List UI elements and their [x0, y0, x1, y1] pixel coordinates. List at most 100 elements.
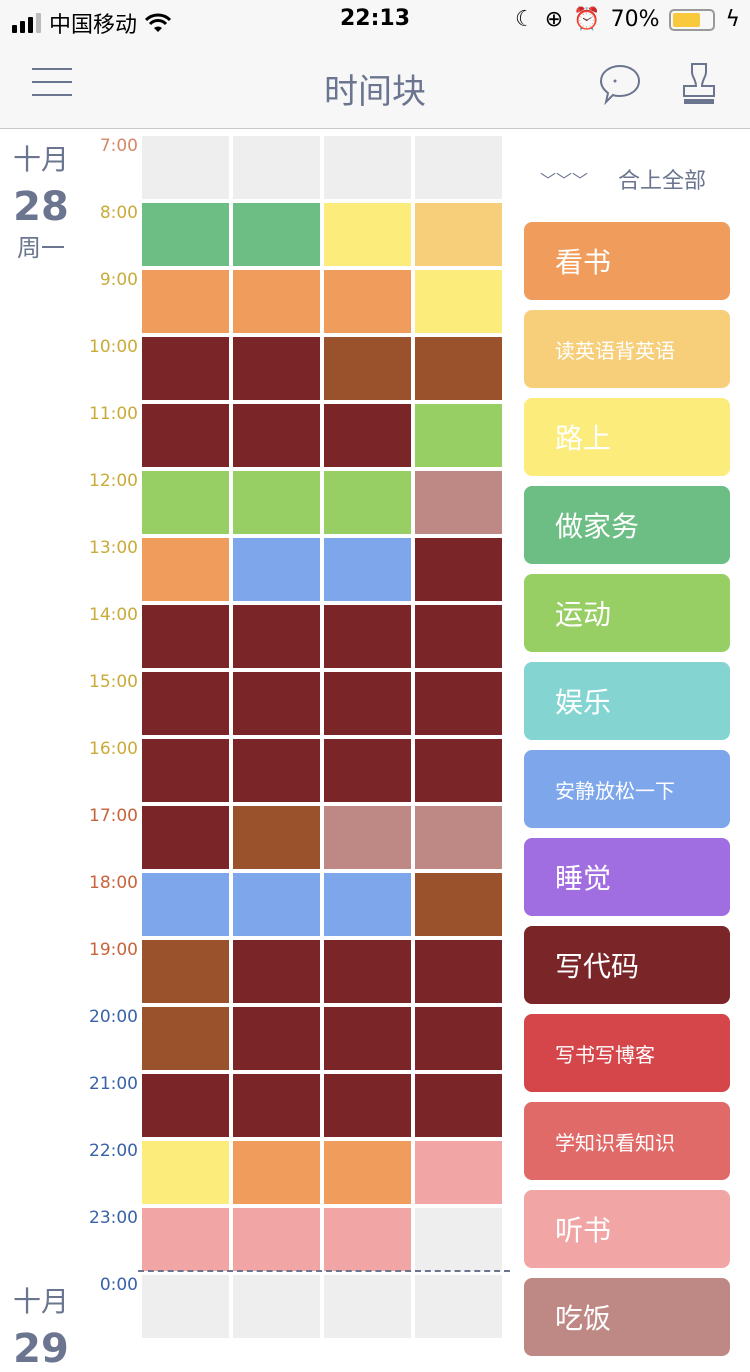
category-item[interactable]: 睡觉: [524, 838, 730, 916]
stamp-icon[interactable]: [680, 62, 718, 106]
time-block[interactable]: [142, 1275, 229, 1338]
time-block[interactable]: [324, 1007, 411, 1070]
category-item[interactable]: 听书: [524, 1190, 730, 1268]
time-block[interactable]: [142, 1007, 229, 1070]
time-block[interactable]: [415, 270, 502, 333]
time-block[interactable]: [233, 940, 320, 1003]
category-item[interactable]: 娱乐: [524, 662, 730, 740]
category-item[interactable]: 路上: [524, 398, 730, 476]
time-block[interactable]: [415, 404, 502, 467]
time-block[interactable]: [415, 1007, 502, 1070]
time-block[interactable]: [415, 672, 502, 735]
time-block[interactable]: [324, 672, 411, 735]
time-block[interactable]: [324, 270, 411, 333]
time-block[interactable]: [324, 337, 411, 400]
time-block[interactable]: [233, 1074, 320, 1137]
time-block[interactable]: [415, 471, 502, 534]
time-block[interactable]: [233, 337, 320, 400]
time-block[interactable]: [324, 1141, 411, 1204]
time-block[interactable]: [233, 1007, 320, 1070]
time-block[interactable]: [142, 940, 229, 1003]
time-block[interactable]: [142, 672, 229, 735]
category-item[interactable]: 安静放松一下: [524, 750, 730, 828]
time-block[interactable]: [142, 873, 229, 936]
category-item[interactable]: 做家务: [524, 486, 730, 564]
time-block[interactable]: [142, 1208, 229, 1271]
time-block[interactable]: [415, 1275, 502, 1338]
time-block[interactable]: [233, 136, 320, 199]
time-block[interactable]: [142, 538, 229, 601]
time-block[interactable]: [415, 1141, 502, 1204]
time-block[interactable]: [142, 337, 229, 400]
time-block[interactable]: [142, 270, 229, 333]
time-block[interactable]: [142, 1074, 229, 1137]
time-block[interactable]: [415, 337, 502, 400]
time-block[interactable]: [415, 1208, 502, 1271]
time-block[interactable]: [142, 203, 229, 266]
category-item[interactable]: 看书: [524, 222, 730, 300]
time-block[interactable]: [415, 940, 502, 1003]
time-block[interactable]: [324, 806, 411, 869]
time-block[interactable]: [415, 203, 502, 266]
day-number: 28: [13, 184, 69, 230]
chat-bubble-icon[interactable]: [598, 62, 642, 106]
time-block[interactable]: [142, 404, 229, 467]
time-block[interactable]: [324, 940, 411, 1003]
time-label: 12:00: [89, 471, 138, 491]
time-block[interactable]: [142, 1141, 229, 1204]
time-block[interactable]: [415, 806, 502, 869]
time-block[interactable]: [233, 538, 320, 601]
category-item[interactable]: 写代码: [524, 926, 730, 1004]
time-block[interactable]: [233, 873, 320, 936]
time-block[interactable]: [142, 471, 229, 534]
time-block[interactable]: [415, 538, 502, 601]
category-item[interactable]: 写书写博客: [524, 1014, 730, 1092]
time-label: 15:00: [89, 672, 138, 692]
time-block[interactable]: [142, 806, 229, 869]
category-item[interactable]: 吃饭: [524, 1278, 730, 1356]
time-block[interactable]: [142, 605, 229, 668]
time-block[interactable]: [324, 136, 411, 199]
time-block[interactable]: [324, 538, 411, 601]
time-block[interactable]: [415, 605, 502, 668]
time-block[interactable]: [233, 471, 320, 534]
time-block[interactable]: [233, 806, 320, 869]
nav-bar: 时间块: [0, 40, 750, 129]
date-oct-29: 十月 29: [0, 1280, 82, 1372]
time-block[interactable]: [324, 1275, 411, 1338]
time-label: 10:00: [89, 337, 138, 357]
time-block[interactable]: [233, 270, 320, 333]
time-block[interactable]: [142, 136, 229, 199]
category-item[interactable]: 读英语背英语: [524, 310, 730, 388]
rotation-lock-icon: ⊕: [544, 7, 564, 32]
time-block[interactable]: [233, 1141, 320, 1204]
time-block[interactable]: [415, 739, 502, 802]
time-block[interactable]: [233, 605, 320, 668]
status-bar: 中国移动 22:13 ☾ ⊕ ⏰ 70% ϟ: [0, 0, 750, 40]
time-block[interactable]: [233, 672, 320, 735]
time-block[interactable]: [324, 471, 411, 534]
time-block[interactable]: [324, 739, 411, 802]
collapse-all-button[interactable]: ﹀﹀﹀ 合上全部: [540, 163, 706, 195]
time-block[interactable]: [324, 1208, 411, 1271]
time-block[interactable]: [233, 203, 320, 266]
time-block[interactable]: [324, 1074, 411, 1137]
time-block[interactable]: [324, 605, 411, 668]
time-block[interactable]: [415, 1074, 502, 1137]
time-block[interactable]: [324, 404, 411, 467]
time-block[interactable]: [324, 203, 411, 266]
category-item[interactable]: 学知识看知识: [524, 1102, 730, 1180]
time-block[interactable]: [233, 404, 320, 467]
time-label: 16:00: [89, 739, 138, 759]
time-label: 19:00: [89, 940, 138, 960]
category-item[interactable]: 运动: [524, 574, 730, 652]
time-block[interactable]: [324, 873, 411, 936]
time-block[interactable]: [233, 1275, 320, 1338]
time-block[interactable]: [233, 739, 320, 802]
time-block[interactable]: [142, 739, 229, 802]
time-block[interactable]: [415, 873, 502, 936]
time-label: 17:00: [89, 806, 138, 826]
time-block[interactable]: [233, 1208, 320, 1271]
battery-icon: [669, 8, 716, 31]
time-block[interactable]: [415, 136, 502, 199]
